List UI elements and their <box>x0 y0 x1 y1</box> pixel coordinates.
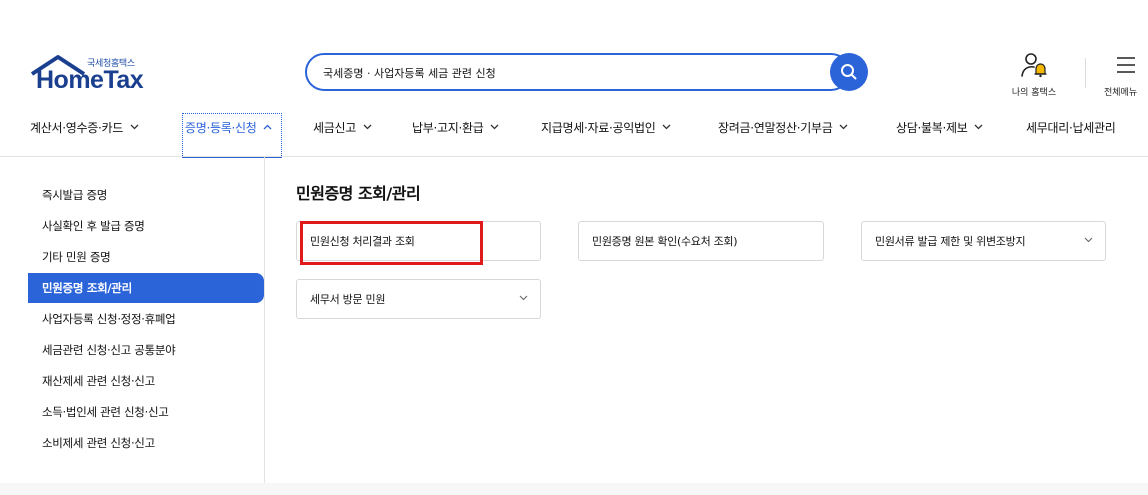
full-menu-button[interactable]: 전체메뉴 <box>1100 52 1148 98</box>
card-original-verification[interactable]: 민원증명 원본 확인(수요처 조회) <box>578 221 824 261</box>
chevron-down-icon <box>975 124 983 130</box>
util-divider <box>1085 58 1086 88</box>
my-hometax-button[interactable]: 나의 홈택스 <box>1006 52 1062 98</box>
card-issuance-restriction[interactable]: 민원서류 발급 제한 및 위변조방지 <box>861 221 1106 261</box>
lnb-item-label: 재산제세 관련 신청·신고 <box>42 374 155 388</box>
gnb-active-indicator <box>182 113 282 158</box>
gnb-item-statements[interactable]: 지급명세·자료·공익법인 <box>541 112 671 142</box>
gnb-divider <box>0 156 1148 157</box>
highlight-box <box>300 221 483 265</box>
gnb-item-payment[interactable]: 납부·고지·환급 <box>412 112 499 142</box>
lnb-item-label: 사실확인 후 발급 증명 <box>42 219 145 233</box>
lnb-item-label: 소비제세 관련 신청·신고 <box>42 436 155 450</box>
lnb-item-label: 소득·법인세 관련 신청·신고 <box>42 405 169 419</box>
my-hometax-label: 나의 홈택스 <box>1011 88 1057 98</box>
chevron-down-icon <box>130 124 139 130</box>
chevron-down-icon <box>839 124 848 130</box>
user-bell-icon <box>1021 53 1047 78</box>
lnb-item-consumption-tax[interactable]: 소비제세 관련 신청·신고 <box>28 428 264 458</box>
card-label: 민원증명 원본 확인(수요처 조회) <box>592 235 738 248</box>
gnb-item-tax-filing[interactable]: 세금신고 <box>313 112 372 142</box>
search-bar <box>305 53 868 91</box>
lnb-divider <box>264 157 265 483</box>
gnb-item-label: 지급명세·자료·공익법인 <box>541 120 656 135</box>
chevron-down-icon <box>491 124 499 130</box>
card-label: 민원서류 발급 제한 및 위변조방지 <box>875 235 1026 248</box>
full-menu-label: 전체메뉴 <box>1104 88 1138 98</box>
card-label: 세무서 방문 민원 <box>310 293 386 306</box>
gnb-item-label: 장려금·연말정산·기부금 <box>718 120 833 135</box>
chevron-down-icon <box>662 124 671 130</box>
gnb-item-label: 계산서·영수증·카드 <box>30 120 123 135</box>
gnb-item-incentives[interactable]: 장려금·연말정산·기부금 <box>718 112 848 142</box>
logo-brand: HomeTax <box>36 66 144 94</box>
hometax-logo[interactable]: 국세청홈택스 HomeTax <box>30 54 160 94</box>
lnb-item-business-registration[interactable]: 사업자등록 신청·정정·휴폐업 <box>28 304 264 334</box>
page-bottom-edge <box>0 483 1148 495</box>
chevron-down-icon <box>363 124 372 130</box>
lnb-item-common-filing[interactable]: 세금관련 신청·신고 공통분야 <box>28 335 264 365</box>
search-input[interactable] <box>323 64 823 82</box>
main-navigation: 계산서·영수증·카드 증명·등록·신청 세금신고 납부·고지·환급 지급명세·자… <box>0 112 1148 142</box>
chevron-down-icon <box>1084 237 1093 243</box>
lnb-item-verified-issue[interactable]: 사실확인 후 발급 증명 <box>28 211 264 241</box>
lnb-item-other-certificates[interactable]: 기타 민원 증명 <box>28 242 264 272</box>
search-box <box>305 53 850 91</box>
chevron-down-icon <box>519 295 528 301</box>
gnb-item-label: 세금신고 <box>313 120 356 135</box>
lnb-item-label: 사업자등록 신청·정정·휴폐업 <box>42 312 176 326</box>
lnb-item-instant-issue[interactable]: 즉시발급 증명 <box>28 180 264 210</box>
search-icon <box>841 64 857 80</box>
gnb-item-consultation[interactable]: 상담·불복·제보 <box>896 112 983 142</box>
lnb-item-certificate-management[interactable]: 민원증명 조회/관리 <box>28 273 264 303</box>
gnb-item-label: 세무대리·납세관리 <box>1026 120 1116 135</box>
lnb-item-label: 민원증명 조회/관리 <box>42 281 132 295</box>
hamburger-menu-icon <box>1117 57 1135 73</box>
gnb-item-tax-agent[interactable]: 세무대리·납세관리 <box>1026 112 1116 142</box>
card-tax-office-visit[interactable]: 세무서 방문 민원 <box>296 279 541 319</box>
gnb-item-label: 상담·불복·제보 <box>896 120 968 135</box>
search-button[interactable] <box>830 53 868 91</box>
lnb-item-label: 즉시발급 증명 <box>42 188 108 202</box>
lnb-item-property-tax[interactable]: 재산제세 관련 신청·신고 <box>28 366 264 396</box>
lnb-item-income-corporate-tax[interactable]: 소득·법인세 관련 신청·신고 <box>28 397 264 427</box>
page-title: 민원증명 조회/관리 <box>296 184 421 203</box>
gnb-item-invoices[interactable]: 계산서·영수증·카드 <box>30 112 139 142</box>
lnb-item-label: 기타 민원 증명 <box>42 250 111 264</box>
lnb-item-label: 세금관련 신청·신고 공통분야 <box>42 343 176 357</box>
gnb-item-label: 납부·고지·환급 <box>412 120 484 135</box>
